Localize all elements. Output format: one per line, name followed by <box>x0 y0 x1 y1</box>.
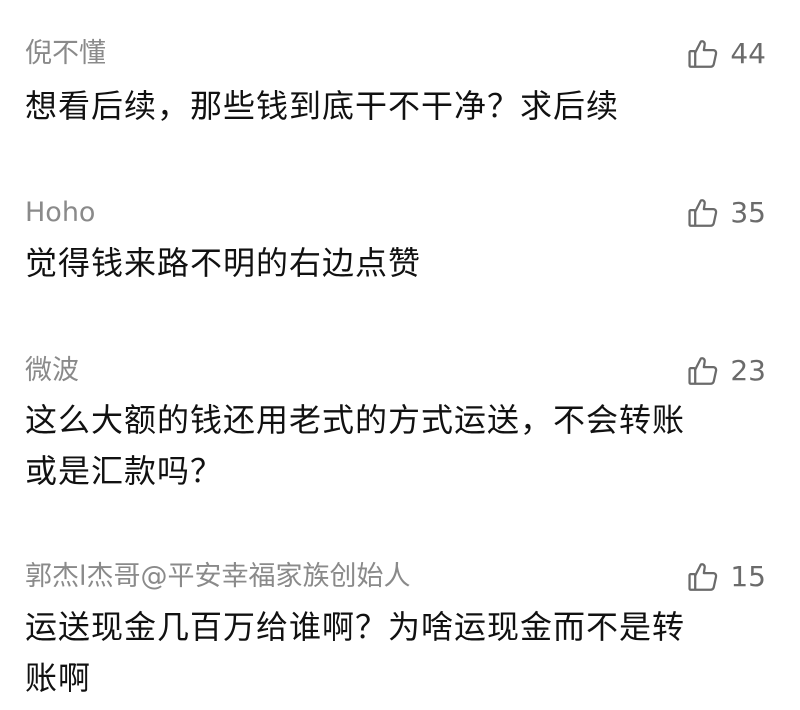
comment-text-line: 这么大额的钱还用老式的方式运送，不会转账 <box>25 401 686 439</box>
like-count: 15 <box>730 560 766 593</box>
comment-text-line: 觉得钱来路不明的右边点赞 <box>25 244 422 282</box>
comment-text-line: 或是汇款吗？ <box>25 452 224 490</box>
comment-text: 想看后续，那些钱到底干不干净？求后续 <box>25 81 770 132</box>
thumbs-up-icon <box>688 563 718 591</box>
comment-username[interactable]: 微波 <box>25 354 79 388</box>
like-count: 35 <box>730 196 766 229</box>
comment-text: 觉得钱来路不明的右边点赞 <box>25 238 770 289</box>
like-button[interactable]: 44 <box>686 37 766 71</box>
like-button[interactable]: 15 <box>686 560 766 594</box>
comment-text-line: 想看后续，那些钱到底干不干净？求后续 <box>25 87 620 125</box>
comment-text-line: 运送现金几百万给谁啊？为啥运现金而不是转 <box>25 608 686 646</box>
comment-username[interactable]: 郭杰l杰哥@平安幸福家族创始人 <box>25 560 411 594</box>
like-button[interactable]: 35 <box>686 196 766 230</box>
comment-text: 这么大额的钱还用老式的方式运送，不会转账 或是汇款吗？ <box>25 395 770 497</box>
comment-username[interactable]: Hoho <box>25 196 95 230</box>
comment-text-line: 账啊 <box>25 659 92 697</box>
comment-text: 运送现金几百万给谁啊？为啥运现金而不是转 账啊 <box>25 602 770 704</box>
comment-username[interactable]: 倪不懂 <box>25 37 106 71</box>
like-button[interactable]: 23 <box>686 354 766 388</box>
thumbs-up-icon <box>688 357 718 385</box>
thumbs-up-icon <box>688 40 718 68</box>
like-count: 44 <box>730 37 766 70</box>
like-count: 23 <box>730 354 766 387</box>
thumbs-up-icon <box>688 199 718 227</box>
